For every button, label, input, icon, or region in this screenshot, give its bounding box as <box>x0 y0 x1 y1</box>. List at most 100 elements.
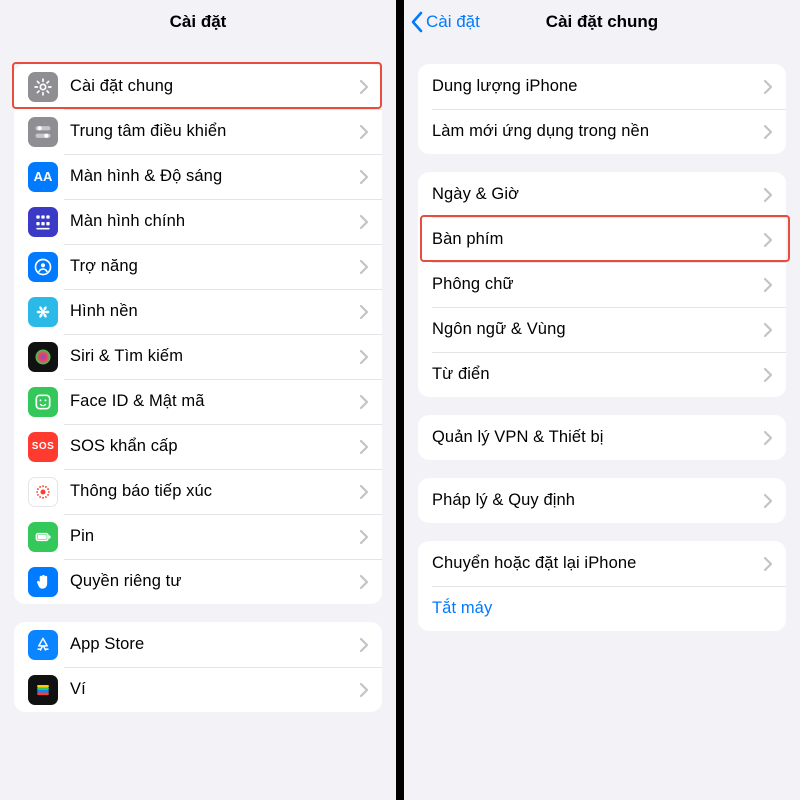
row-faceid[interactable]: Face ID & Mật mã <box>14 379 382 424</box>
row-label: Quyền riêng tư <box>70 572 352 591</box>
row-legal[interactable]: Pháp lý & Quy định <box>418 478 786 523</box>
settings-group: Chuyển hoặc đặt lại iPhone Tắt máy <box>418 541 786 631</box>
row-lang[interactable]: Ngôn ngữ & Vùng <box>418 307 786 352</box>
chevron-right-icon <box>360 215 368 229</box>
chevron-left-icon <box>410 11 423 33</box>
chevron-right-icon <box>360 170 368 184</box>
page-title: Cài đặt <box>170 12 227 32</box>
chevron-right-icon <box>360 260 368 274</box>
row-general[interactable]: Cài đặt chung <box>14 64 382 109</box>
chevron-right-icon <box>360 80 368 94</box>
row-label: Từ điển <box>432 365 756 384</box>
nav-bar: Cài đặt <box>0 0 396 44</box>
settings-group: App Store Ví <box>14 622 382 712</box>
row-label: Quản lý VPN & Thiết bị <box>432 428 756 447</box>
sliders-icon <box>28 117 58 147</box>
chevron-right-icon <box>764 278 772 292</box>
row-control[interactable]: Trung tâm điều khiển <box>14 109 382 154</box>
row-vpn[interactable]: Quản lý VPN & Thiết bị <box>418 415 786 460</box>
face-icon <box>28 387 58 417</box>
row-wallpaper[interactable]: Hình nền <box>14 289 382 334</box>
row-storage[interactable]: Dung lượng iPhone <box>418 64 786 109</box>
row-label: Chuyển hoặc đặt lại iPhone <box>432 554 756 573</box>
row-appstore[interactable]: App Store <box>14 622 382 667</box>
row-label: Ví <box>70 680 352 699</box>
chevron-right-icon <box>360 440 368 454</box>
wallet-icon <box>28 675 58 705</box>
chevron-right-icon <box>360 350 368 364</box>
row-sos[interactable]: SOS SOS khẩn cấp <box>14 424 382 469</box>
chevron-right-icon <box>360 683 368 697</box>
row-siri[interactable]: Siri & Tìm kiếm <box>14 334 382 379</box>
row-label: Làm mới ứng dụng trong nền <box>432 122 756 141</box>
back-button[interactable]: Cài đặt <box>410 0 480 44</box>
row-label: Ngôn ngữ & Vùng <box>432 320 756 339</box>
chevron-right-icon <box>360 638 368 652</box>
nav-bar: Cài đặt Cài đặt chung <box>404 0 800 44</box>
general-list[interactable]: Dung lượng iPhone Làm mới ứng dụng trong … <box>404 44 800 800</box>
row-label: Trợ năng <box>70 257 352 276</box>
chevron-right-icon <box>764 368 772 382</box>
chevron-right-icon <box>360 305 368 319</box>
chevron-right-icon <box>764 125 772 139</box>
grid-icon <box>28 207 58 237</box>
settings-list[interactable]: Cài đặt chung Trung tâm điều khiển AA Màn h… <box>0 44 396 800</box>
row-label: Ngày & Giờ <box>432 185 756 204</box>
chevron-right-icon <box>360 530 368 544</box>
general-screen: Cài đặt Cài đặt chung Dung lượng iPhone L… <box>400 0 800 800</box>
chevron-right-icon <box>764 188 772 202</box>
chevron-right-icon <box>360 395 368 409</box>
chevron-right-icon <box>360 575 368 589</box>
chevron-right-icon <box>764 557 772 571</box>
row-display[interactable]: AA Màn hình & Độ sáng <box>14 154 382 199</box>
row-exposure[interactable]: Thông báo tiếp xúc <box>14 469 382 514</box>
flower-icon <box>28 297 58 327</box>
row-label: Thông báo tiếp xúc <box>70 482 352 501</box>
settings-group: Quản lý VPN & Thiết bị <box>418 415 786 460</box>
row-keyboard[interactable]: Bàn phím <box>418 217 786 262</box>
row-dict[interactable]: Từ điển <box>418 352 786 397</box>
SOS-icon: SOS <box>28 432 58 462</box>
exposure-icon <box>28 477 58 507</box>
row-label: Trung tâm điều khiển <box>70 122 352 141</box>
row-label: Màn hình & Độ sáng <box>70 167 352 186</box>
row-wallet[interactable]: Ví <box>14 667 382 712</box>
person-icon <box>28 252 58 282</box>
row-home[interactable]: Màn hình chính <box>14 199 382 244</box>
row-label: Face ID & Mật mã <box>70 392 352 411</box>
gear-icon <box>28 72 58 102</box>
hand-icon <box>28 567 58 597</box>
settings-group: Pháp lý & Quy định <box>418 478 786 523</box>
row-label: Siri & Tìm kiếm <box>70 347 352 366</box>
battery-icon <box>28 522 58 552</box>
row-label: Dung lượng iPhone <box>432 77 756 96</box>
row-battery[interactable]: Pin <box>14 514 382 559</box>
row-fonts[interactable]: Phông chữ <box>418 262 786 307</box>
row-label: Hình nền <box>70 302 352 321</box>
row-bgapp[interactable]: Làm mới ứng dụng trong nền <box>418 109 786 154</box>
row-reset[interactable]: Chuyển hoặc đặt lại iPhone <box>418 541 786 586</box>
chevron-right-icon <box>764 233 772 247</box>
row-privacy[interactable]: Quyền riêng tư <box>14 559 382 604</box>
back-label: Cài đặt <box>426 12 480 32</box>
settings-group: Dung lượng iPhone Làm mới ứng dụng trong … <box>418 64 786 154</box>
row-label: SOS khẩn cấp <box>70 437 352 456</box>
row-datetime[interactable]: Ngày & Giờ <box>418 172 786 217</box>
row-label: Pháp lý & Quy định <box>432 491 756 510</box>
row-label: Cài đặt chung <box>70 77 352 96</box>
row-accessibility[interactable]: Trợ năng <box>14 244 382 289</box>
row-shutdown[interactable]: Tắt máy <box>418 586 786 631</box>
siri-icon <box>28 342 58 372</box>
chevron-right-icon <box>360 485 368 499</box>
chevron-right-icon <box>764 431 772 445</box>
chevron-right-icon <box>764 323 772 337</box>
settings-group: Ngày & Giờ Bàn phím Phông chữ Ngôn ngữ & Vù… <box>418 172 786 397</box>
row-label: Phông chữ <box>432 275 756 294</box>
chevron-right-icon <box>764 80 772 94</box>
AA-icon: AA <box>28 162 58 192</box>
row-label: Màn hình chính <box>70 212 352 231</box>
settings-group: Cài đặt chung Trung tâm điều khiển AA Màn h… <box>14 64 382 604</box>
row-label: App Store <box>70 635 352 654</box>
chevron-right-icon <box>360 125 368 139</box>
settings-screen: Cài đặt Cài đặt chung Trung tâm điều khiể… <box>0 0 400 800</box>
